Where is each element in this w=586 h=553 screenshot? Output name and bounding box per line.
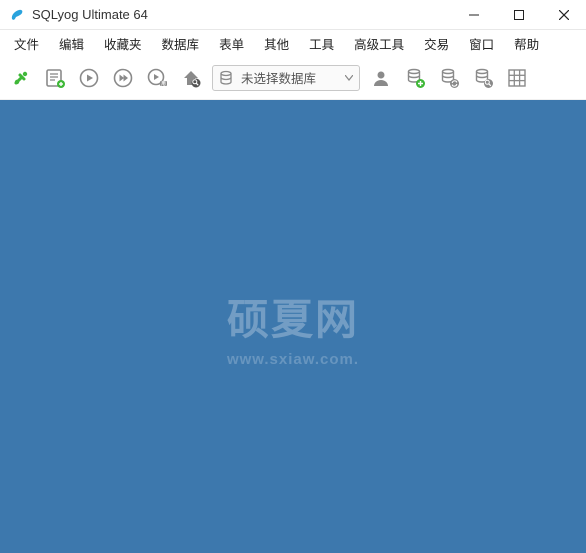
title-bar: SQLyog Ultimate 64 (0, 0, 586, 30)
menu-file[interactable]: 文件 (4, 31, 49, 56)
new-query-button[interactable] (42, 65, 68, 91)
app-icon (8, 6, 26, 24)
menu-database[interactable]: 数据库 (152, 31, 210, 56)
query-builder-button[interactable] (504, 65, 530, 91)
database-selector[interactable]: 未选择数据库 (212, 65, 360, 91)
database-icon (213, 70, 239, 86)
watermark: 硕夏网 www.sxiaw.com. (227, 286, 359, 368)
data-sync-button[interactable] (436, 65, 462, 91)
menu-others[interactable]: 其他 (254, 31, 299, 56)
close-button[interactable] (541, 0, 586, 30)
refresh-button[interactable] (178, 65, 204, 91)
user-manager-button[interactable] (368, 65, 394, 91)
execute-query-button[interactable] (76, 65, 102, 91)
menu-table[interactable]: 表单 (209, 31, 254, 56)
window-controls (451, 0, 586, 30)
menu-help[interactable]: 帮助 (504, 31, 549, 56)
minimize-button[interactable] (451, 0, 496, 30)
menu-edit[interactable]: 编辑 (49, 31, 94, 56)
schema-sync-button[interactable] (402, 65, 428, 91)
menu-window[interactable]: 窗口 (459, 31, 504, 56)
toolbar: 用 未选择数据库 (0, 56, 586, 100)
database-selector-text: 未选择数据库 (239, 68, 339, 87)
new-connection-button[interactable] (8, 65, 34, 91)
visual-compare-button[interactable] (470, 65, 496, 91)
svg-text:用: 用 (160, 80, 166, 87)
menu-favorites[interactable]: 收藏夹 (94, 31, 152, 56)
menu-transactions[interactable]: 交易 (414, 31, 459, 56)
menu-tools[interactable]: 工具 (299, 31, 344, 56)
main-workspace: 硕夏网 www.sxiaw.com. (0, 100, 586, 553)
window-title: SQLyog Ultimate 64 (32, 7, 451, 22)
execute-all-button[interactable] (110, 65, 136, 91)
menu-bar: 文件 编辑 收藏夹 数据库 表单 其他 工具 高级工具 交易 窗口 帮助 (0, 30, 586, 56)
watermark-text: 硕夏网 (227, 286, 359, 347)
execute-explain-button[interactable]: 用 (144, 65, 170, 91)
maximize-button[interactable] (496, 0, 541, 30)
chevron-down-icon (339, 75, 359, 81)
menu-powertools[interactable]: 高级工具 (344, 31, 414, 56)
watermark-url: www.sxiaw.com. (227, 351, 359, 368)
